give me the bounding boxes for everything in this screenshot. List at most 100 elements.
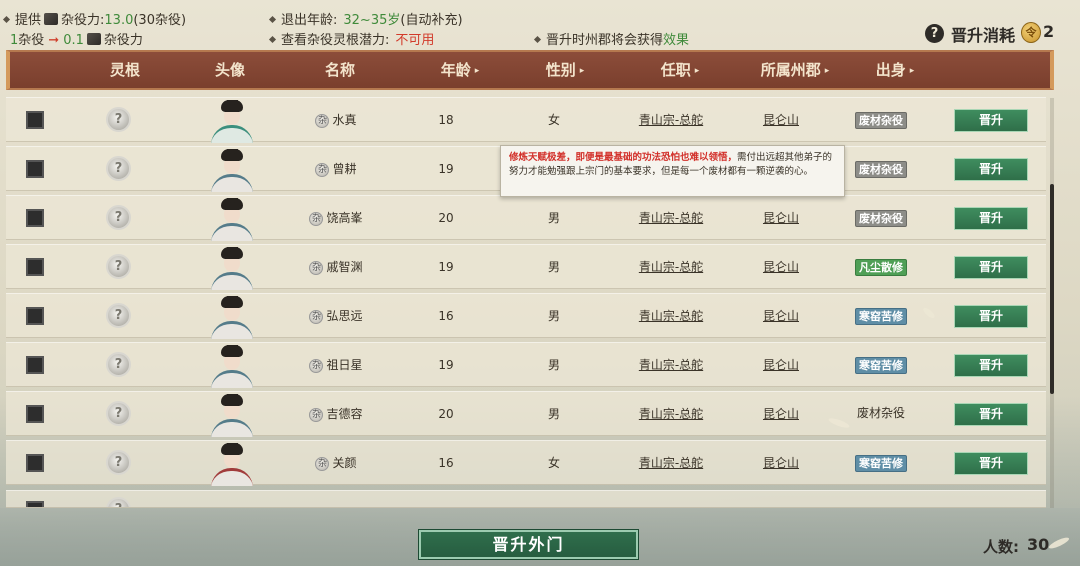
row-region-link[interactable]: 昆仑山 bbox=[741, 392, 821, 437]
promote-cost-label: 晋升消耗 bbox=[951, 26, 1016, 45]
avatar[interactable] bbox=[206, 394, 256, 437]
promote-button[interactable]: 晋升 bbox=[954, 158, 1028, 181]
servant-badge-icon: 杂 bbox=[309, 261, 324, 275]
spirit-root-unknown-icon[interactable]: ? bbox=[106, 450, 131, 475]
select-checkbox[interactable] bbox=[26, 258, 44, 276]
origin-badge[interactable]: 废材杂役 bbox=[855, 161, 907, 178]
top-info-bar: 提供 杂役力:13.0(30杂役) 1杂役 ➞ 0.1 杂役力 退出年龄: 32~35岁(… bbox=[0, 0, 1080, 48]
origin-badge[interactable]: 寒窑苦修 bbox=[855, 308, 907, 325]
table-row: ? 杂弘思远 16 男 青山宗-总舵 昆仑山 寒窑苦修 晋升 bbox=[6, 293, 1046, 339]
avatar[interactable] bbox=[206, 100, 256, 143]
row-post-link[interactable]: 青山宗-总舵 bbox=[621, 441, 721, 486]
row-region-link[interactable]: 昆仑山 bbox=[741, 441, 821, 486]
select-checkbox[interactable] bbox=[26, 209, 44, 227]
retire-age-info: 退出年龄: 32~35岁(自动补充) bbox=[268, 9, 463, 28]
row-post-link[interactable]: 青山宗-总舵 bbox=[621, 245, 721, 290]
row-region-link[interactable]: 昆仑山 bbox=[741, 98, 821, 143]
row-name: 杂关颜 bbox=[296, 441, 376, 486]
origin-badge[interactable]: 废材杂役 bbox=[855, 112, 907, 129]
promote-button[interactable]: 晋升 bbox=[954, 109, 1028, 132]
select-checkbox[interactable] bbox=[26, 160, 44, 178]
spirit-root-unknown-icon[interactable]: ? bbox=[106, 352, 131, 377]
row-gender: 女 bbox=[547, 113, 560, 127]
row-gender: 男 bbox=[547, 358, 560, 372]
servant-badge-icon: 杂 bbox=[309, 408, 324, 422]
col-gender-sort[interactable]: 性别 ▸ bbox=[525, 52, 605, 88]
origin-badge[interactable]: 寒窑苦修 bbox=[855, 455, 907, 472]
row-name: 杂曾耕 bbox=[296, 147, 376, 192]
table-row: ? 杂饶高峯 20 男 青山宗-总舵 昆仑山 废材杂役 晋升 bbox=[6, 195, 1046, 241]
origin-badge[interactable]: 凡尘散修 bbox=[855, 259, 907, 276]
table-row: ? 杂祖日星 19 男 青山宗-总舵 昆仑山 寒窑苦修 晋升 bbox=[6, 342, 1046, 388]
tool-icon bbox=[44, 13, 59, 25]
row-gender: 男 bbox=[547, 260, 560, 274]
row-region-link[interactable]: 昆仑山 bbox=[741, 343, 821, 388]
avatar[interactable] bbox=[206, 198, 256, 241]
scrollbar-thumb[interactable] bbox=[1050, 184, 1054, 394]
row-post-link[interactable]: 青山宗-总舵 bbox=[621, 392, 721, 437]
row-region-link[interactable]: 昆仑山 bbox=[741, 294, 821, 339]
row-post-link[interactable]: 青山宗-总舵 bbox=[621, 98, 721, 143]
row-name: 杂吉德容 bbox=[296, 392, 376, 437]
spirit-root-unknown-icon[interactable]: ? bbox=[106, 107, 131, 132]
promote-button[interactable]: 晋升 bbox=[954, 207, 1028, 230]
col-age-sort[interactable]: 年龄 ▸ bbox=[420, 52, 500, 88]
row-gender: 女 bbox=[547, 456, 560, 470]
table-header: 灵根 头像 名称 年龄 ▸ 性别 ▸ 任职 ▸ 所属州郡 ▸ 出身 ▸ bbox=[6, 50, 1054, 90]
col-post-sort[interactable]: 任职 ▸ bbox=[640, 52, 720, 88]
table-row: ? 杂水真 18 女 青山宗-总舵 昆仑山 废材杂役 晋升 bbox=[6, 97, 1046, 143]
row-post-link[interactable]: 青山宗-总舵 bbox=[621, 343, 721, 388]
origin-badge[interactable]: 废材杂役 bbox=[855, 406, 907, 423]
select-checkbox[interactable] bbox=[26, 111, 44, 129]
spirit-root-unknown-icon[interactable]: ? bbox=[106, 254, 131, 279]
spirit-root-unknown-icon[interactable]: ? bbox=[106, 156, 131, 181]
count-value: 30 bbox=[1027, 535, 1050, 554]
select-checkbox[interactable] bbox=[26, 454, 44, 472]
spirit-root-unknown-icon[interactable]: ? bbox=[106, 497, 131, 507]
promote-button[interactable]: 晋升 bbox=[954, 452, 1028, 475]
potential-info: 查看杂役灵根潜力: 不可用 bbox=[268, 29, 434, 48]
row-post-link[interactable]: 青山宗-总舵 bbox=[621, 294, 721, 339]
promote-button[interactable]: 晋升 bbox=[954, 305, 1028, 328]
col-origin-sort[interactable]: 出身 ▸ bbox=[860, 52, 930, 88]
row-gender: 男 bbox=[547, 407, 560, 421]
origin-badge[interactable]: 废材杂役 bbox=[855, 210, 907, 227]
table-row-partial: ? bbox=[6, 490, 1046, 508]
select-checkbox[interactable] bbox=[26, 405, 44, 423]
table-row: ? 杂吉德容 20 男 青山宗-总舵 昆仑山 废材杂役 晋升 bbox=[6, 391, 1046, 437]
row-name: 杂祖日星 bbox=[296, 343, 376, 388]
effect-link[interactable]: 效果 bbox=[663, 33, 689, 48]
avatar[interactable] bbox=[206, 296, 256, 339]
row-age: 19 bbox=[438, 260, 454, 274]
bullet-icon bbox=[2, 15, 11, 24]
origin-badge[interactable]: 寒窑苦修 bbox=[855, 357, 907, 374]
row-name: 杂水真 bbox=[296, 98, 376, 143]
sort-arrow-icon: ▸ bbox=[909, 66, 915, 76]
promote-button[interactable]: 晋升 bbox=[954, 403, 1028, 426]
select-checkbox[interactable] bbox=[26, 307, 44, 325]
labor-ratio-info: 1杂役 ➞ 0.1 杂役力 bbox=[10, 33, 143, 48]
avatar[interactable] bbox=[206, 443, 256, 486]
origin-tooltip: 修炼天赋极差，即便是最基础的功法恐怕也难以领悟，需付出远超其他弟子的努力才能勉强… bbox=[500, 145, 845, 197]
spirit-root-unknown-icon[interactable]: ? bbox=[106, 401, 131, 426]
row-gender: 男 bbox=[547, 211, 560, 225]
avatar[interactable] bbox=[206, 149, 256, 192]
spirit-root-unknown-icon[interactable]: ? bbox=[106, 205, 131, 230]
row-region-link[interactable]: 昆仑山 bbox=[741, 196, 821, 241]
select-checkbox[interactable] bbox=[26, 356, 44, 374]
avatar[interactable] bbox=[206, 345, 256, 388]
col-name: 名称 bbox=[324, 61, 355, 79]
promote-button[interactable]: 晋升 bbox=[954, 354, 1028, 377]
col-region-sort[interactable]: 所属州郡 ▸ bbox=[740, 52, 850, 88]
promote-outer-sect-button[interactable]: 晋升外门 bbox=[418, 529, 639, 560]
spirit-root-unknown-icon[interactable]: ? bbox=[106, 303, 131, 328]
bullet-icon bbox=[268, 15, 277, 24]
row-region-link[interactable]: 昆仑山 bbox=[741, 245, 821, 290]
avatar[interactable] bbox=[206, 247, 256, 290]
servant-badge-icon: 杂 bbox=[309, 310, 324, 324]
select-checkbox[interactable] bbox=[26, 501, 44, 507]
servant-badge-icon: 杂 bbox=[309, 359, 324, 373]
row-post-link[interactable]: 青山宗-总舵 bbox=[621, 196, 721, 241]
promote-button[interactable]: 晋升 bbox=[954, 256, 1028, 279]
help-icon[interactable]: ? bbox=[925, 24, 944, 43]
